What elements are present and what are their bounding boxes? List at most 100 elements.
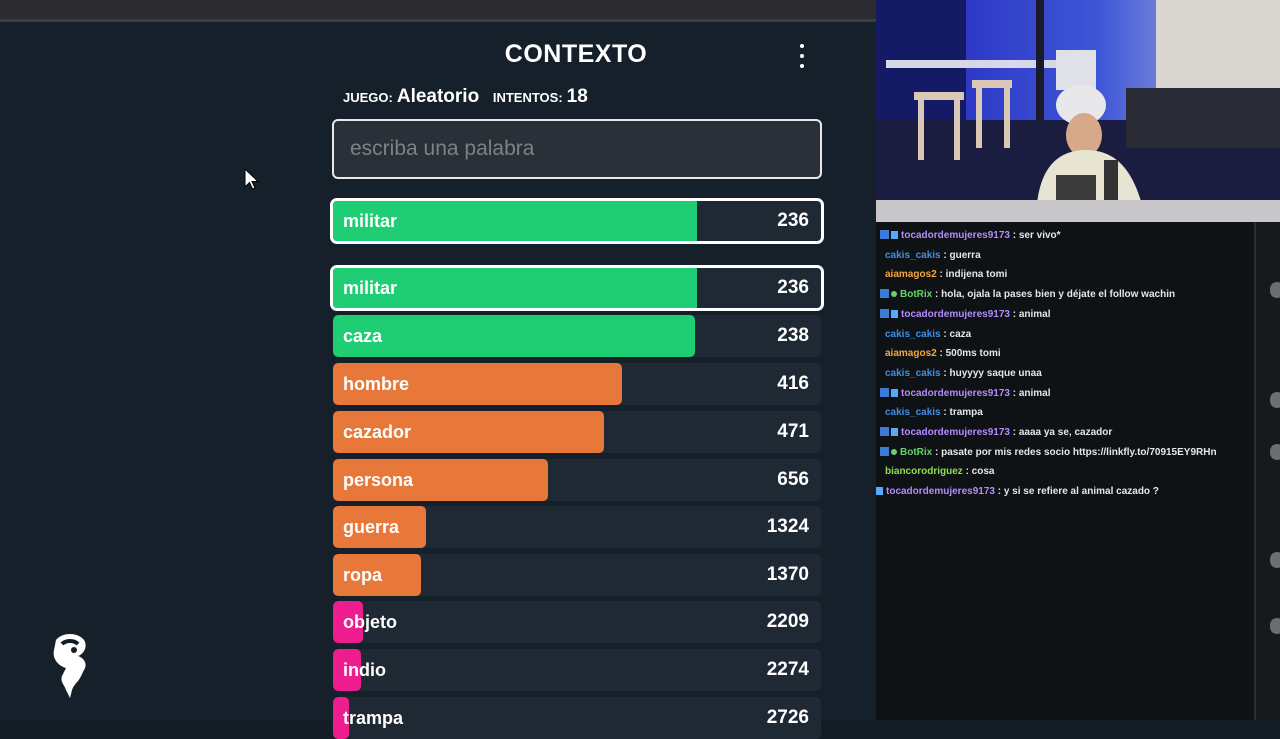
chat-username[interactable]: cakis_cakis — [885, 407, 941, 418]
chat-message: BotRix : hola, ojala la pases bien y déj… — [880, 289, 1175, 300]
chat-text: : guerra — [940, 249, 981, 261]
guess-row: cazador 471 — [333, 411, 821, 453]
game-mode-label: JUEGO: — [343, 90, 393, 105]
verified-bot-icon — [891, 291, 897, 298]
chat-text: : ser vivo* — [1009, 230, 1061, 241]
badge-icon — [880, 387, 889, 397]
guess-row: ropa 1370 — [333, 554, 821, 596]
chat-text: : cosa — [962, 466, 995, 478]
chat-username[interactable]: aiamagos2 — [885, 269, 937, 280]
chat-message: tocadordemujeres9173 : animal — [880, 387, 1051, 399]
guess-rank: 2726 — [766, 707, 809, 728]
stream-chat: tocadordemujeres9173 : ser vivo* cakis_ca… — [876, 222, 1254, 720]
game-mode-value: Aleatorio — [396, 86, 480, 107]
guess-rank: 236 — [777, 277, 809, 298]
game-stats: JUEGO: Aleatorio INTENTOS: 18 — [343, 86, 598, 108]
guess-word: hombre — [343, 374, 410, 394]
chat-text: : caza — [940, 328, 972, 340]
chat-message: tocadordemujeres9173 : animal — [880, 308, 1051, 320]
guess-word: ropa — [343, 565, 383, 585]
guess-word: cazador — [343, 422, 412, 442]
similarity-bar — [333, 315, 696, 357]
chat-text: : huyyyy saque unaa — [940, 367, 1042, 379]
chat-message: tocadordemujeres9173 : ser vivo* — [880, 230, 1061, 241]
guess-rank: 2209 — [766, 611, 809, 632]
chat-text: : animal — [1009, 308, 1051, 320]
guess-word: caza — [343, 326, 383, 346]
chat-username[interactable]: BotRix — [900, 447, 932, 458]
guess-rank: 1370 — [766, 564, 809, 585]
guess-word: militar — [343, 278, 398, 298]
right-side-strip — [1254, 222, 1280, 720]
chat-message: tocadordemujeres9173 : aaaa ya se, cazad… — [880, 427, 1112, 438]
guess-row: militar 236 — [330, 265, 824, 311]
browser-top-bar — [0, 0, 876, 22]
chat-message: tocadordemujeres9173 : y si se refiere a… — [876, 486, 1159, 497]
guess-row: persona 656 — [333, 459, 821, 501]
word-input[interactable] — [334, 121, 820, 177]
chat-username[interactable]: tocadordemujeres9173 — [886, 486, 995, 497]
guess-row: objeto 2209 — [333, 601, 821, 643]
guess-row: trampa 2726 — [333, 697, 821, 739]
guess-rank: 656 — [777, 469, 809, 490]
guess-row: guerra 1324 — [333, 506, 821, 548]
chat-text: : aaaa ya se, cazador — [1009, 427, 1113, 438]
chat-message: aiamagos2 : indijena tomi — [880, 269, 1007, 280]
guess-rank: 1324 — [766, 516, 809, 537]
chat-message: biancorodriguez : cosa — [880, 466, 994, 477]
guess-word: indio — [343, 660, 386, 680]
chat-username[interactable]: cakis_cakis — [885, 368, 941, 379]
word-input-box[interactable] — [332, 119, 822, 179]
guess-word: militar — [343, 211, 398, 231]
chat-text: : 500ms tomi — [936, 348, 1001, 360]
chat-text: : pasate por mis redes socio https://lin… — [932, 446, 1217, 458]
chat-username[interactable]: biancorodriguez — [885, 466, 963, 477]
badge-icon — [880, 446, 889, 456]
more-options-icon[interactable] — [792, 44, 812, 68]
chat-username[interactable]: cakis_cakis — [885, 329, 941, 340]
subscriber-badge-icon — [891, 231, 898, 239]
chat-username[interactable]: aiamagos2 — [885, 348, 937, 359]
webcam-feed — [876, 0, 1280, 222]
guess-word: objeto — [343, 612, 397, 632]
guess-rank: 416 — [777, 373, 809, 394]
chat-text: : animal — [1009, 387, 1051, 399]
subscriber-badge-icon — [891, 388, 898, 397]
guess-rank: 471 — [777, 421, 809, 442]
badge-icon — [880, 308, 889, 318]
badge-icon — [880, 230, 889, 239]
chat-username[interactable]: tocadordemujeres9173 — [901, 230, 1010, 241]
channel-logo-icon — [53, 634, 86, 698]
badge-icon — [880, 289, 889, 299]
verified-bot-icon — [891, 448, 897, 455]
guess-rank: 236 — [777, 210, 809, 231]
subscriber-badge-icon — [891, 309, 898, 318]
chat-message: cakis_cakis : caza — [880, 329, 971, 340]
chat-text: : hola, ojala la pases bien y déjate el … — [932, 289, 1176, 301]
chat-username[interactable]: tocadordemujeres9173 — [901, 427, 1010, 438]
chat-username[interactable]: cakis_cakis — [885, 250, 941, 261]
guess-word: persona — [343, 470, 414, 490]
chat-text: : indijena tomi — [936, 269, 1008, 281]
attempts-label: INTENTOS: — [492, 90, 563, 105]
attempts-value: 18 — [566, 86, 588, 107]
chat-message: aiamagos2 : 500ms tomi — [880, 348, 1001, 359]
chat-message: cakis_cakis : trampa — [880, 407, 983, 418]
chat-message: cakis_cakis : guerra — [880, 250, 981, 261]
guess-rank: 2274 — [766, 659, 809, 680]
guess-row: caza 238 — [333, 315, 821, 357]
chat-username[interactable]: tocadordemujeres9173 — [901, 388, 1010, 399]
badge-icon — [880, 427, 889, 436]
subscriber-badge-icon — [876, 487, 883, 496]
last-guess-row: militar 236 — [330, 198, 824, 244]
guess-word: trampa — [343, 708, 404, 728]
guess-word: guerra — [343, 517, 400, 537]
chat-text: : trampa — [940, 407, 983, 419]
guess-row: hombre 416 — [333, 363, 821, 405]
mouse-cursor-icon — [244, 168, 260, 190]
page-title: CONTEXTO — [504, 40, 648, 68]
chat-message: BotRix : pasate por mis redes socio http… — [880, 446, 1217, 458]
chat-username[interactable]: BotRix — [900, 289, 932, 300]
guess-row: indio 2274 — [333, 649, 821, 691]
chat-username[interactable]: tocadordemujeres9173 — [901, 309, 1010, 320]
